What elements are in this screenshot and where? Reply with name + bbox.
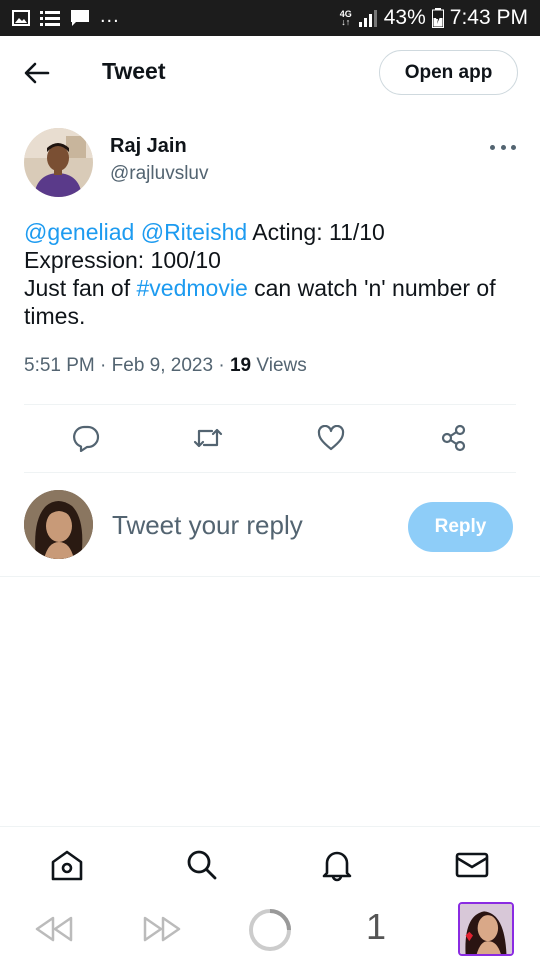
tweet-time[interactable]: 5:51 PM xyxy=(24,355,95,376)
mention-link[interactable]: @geneliad xyxy=(24,219,134,245)
rewind-icon xyxy=(35,916,73,942)
divider xyxy=(0,576,540,577)
fast-forward-button[interactable] xyxy=(142,914,182,944)
rewind-button[interactable] xyxy=(34,914,74,944)
message-notification-icon xyxy=(70,9,90,27)
home-icon xyxy=(51,850,83,881)
list-notification-icon xyxy=(40,10,60,26)
open-app-button[interactable]: Open app xyxy=(379,50,518,95)
status-bar: ... 4G ↓↑ 43% 7:43 PM xyxy=(0,0,540,36)
dot-icon xyxy=(511,144,516,150)
network-type-indicator: 4G ↓↑ xyxy=(339,9,352,27)
back-button[interactable] xyxy=(22,60,52,86)
tweet-text-segment: Expression: 100/10 xyxy=(24,247,221,273)
loading-spinner xyxy=(246,906,294,954)
bell-icon xyxy=(322,851,352,882)
share-icon xyxy=(441,424,466,452)
tweet-text: @geneliad @Riteishd Acting: 11/10 Expres… xyxy=(24,218,524,330)
views-count: 19 xyxy=(229,355,252,376)
mail-icon xyxy=(455,852,489,878)
like-action-button[interactable] xyxy=(315,422,347,454)
clock: 7:43 PM xyxy=(449,6,528,29)
nav-search[interactable] xyxy=(184,847,220,883)
more-options-button[interactable] xyxy=(490,138,516,156)
arrow-left-icon xyxy=(24,62,50,84)
user-avatar[interactable] xyxy=(24,490,93,559)
heart-icon xyxy=(317,425,345,451)
mention-link[interactable]: @Riteishd xyxy=(141,219,247,245)
signal-icon xyxy=(358,9,378,27)
app-thumbnail[interactable] xyxy=(458,902,514,956)
author-handle[interactable]: @rajluvsluv xyxy=(110,163,208,185)
author-name[interactable]: Raj Jain xyxy=(110,135,187,158)
nav-home[interactable] xyxy=(49,847,85,883)
views-label: Views xyxy=(256,355,307,376)
divider xyxy=(24,472,516,473)
nav-messages[interactable] xyxy=(454,847,490,883)
more-notifications-indicator: ... xyxy=(100,4,120,27)
tweet-text-segment: Just fan of xyxy=(24,275,131,301)
retweet-icon xyxy=(193,428,223,448)
search-icon xyxy=(187,850,217,880)
reply-button[interactable]: Reply xyxy=(408,502,513,552)
fast-forward-icon xyxy=(143,916,181,942)
page-title: Tweet xyxy=(102,58,166,84)
system-navigation-bar xyxy=(0,898,540,960)
gallery-notification-icon xyxy=(12,10,30,26)
battery-icon xyxy=(431,8,444,28)
reply-action-button[interactable] xyxy=(70,422,102,454)
battery-percent: 43% xyxy=(383,6,426,29)
share-action-button[interactable] xyxy=(438,422,470,454)
comment-icon xyxy=(73,425,100,452)
divider xyxy=(24,404,516,405)
hashtag-link[interactable]: #vedmovie xyxy=(137,275,248,301)
tweet-text-segment: Acting: 11/10 xyxy=(252,219,385,245)
author-avatar[interactable] xyxy=(24,128,93,197)
loading-icon xyxy=(249,909,291,951)
page-number[interactable]: 1 xyxy=(366,906,386,948)
tweet-meta: 5:51 PM · Feb 9, 2023 · 19 Views xyxy=(24,355,307,376)
tweet-actions xyxy=(0,418,540,458)
retweet-action-button[interactable] xyxy=(192,422,224,454)
bottom-navigation xyxy=(0,826,540,898)
tweet-header: Tweet Open app xyxy=(0,36,540,110)
reply-input[interactable]: Tweet your reply xyxy=(112,510,303,541)
tweet-date[interactable]: Feb 9, 2023 xyxy=(112,355,213,376)
dot-icon xyxy=(490,144,495,150)
dot-icon xyxy=(500,144,506,150)
nav-notifications[interactable] xyxy=(319,847,355,883)
